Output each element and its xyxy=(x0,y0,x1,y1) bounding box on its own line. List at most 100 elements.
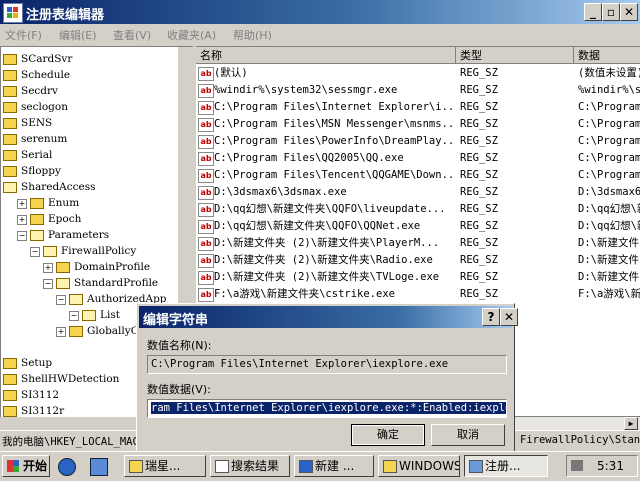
list-item[interactable]: ab F:\a游戏\新建文件夹\cstrike.exe REG_SZ F:\a游戏\新 xyxy=(196,286,640,303)
tree-item[interactable]: Serial xyxy=(3,147,52,163)
tree-item[interactable]: FirewallPolicy xyxy=(43,243,136,259)
list-item-data: D:\新建文件 xyxy=(578,271,639,283)
list-item[interactable]: ab C:\Program Files\QQ2005\QQ.exe REG_SZ C:… xyxy=(196,150,640,167)
folder-icon xyxy=(3,149,17,161)
close-button[interactable]: ✕ xyxy=(620,3,638,21)
string-value-icon: ab xyxy=(198,152,214,166)
column-name[interactable]: 名称 xyxy=(196,47,456,64)
menu-view[interactable]: 查看(V) xyxy=(113,27,151,43)
folder-icon xyxy=(3,389,17,401)
status-path-right: FirewallPolicy\Stand xyxy=(520,434,640,446)
task-search-results[interactable]: 搜索结果 xyxy=(210,455,290,477)
value-data-input[interactable]: ram Files\Internet Explorer\iexplore.exe… xyxy=(147,399,507,418)
cancel-button[interactable]: 取消 xyxy=(431,424,505,446)
collapse-icon[interactable]: − xyxy=(69,311,79,321)
tree-item[interactable]: SENS xyxy=(3,115,52,131)
list-item[interactable]: ab (默认) REG_SZ (数值未设置) xyxy=(196,65,640,82)
clock[interactable]: 5:31 xyxy=(597,459,624,473)
menu-file[interactable]: 文件(F) xyxy=(5,27,42,43)
value-name-label: 数值名称(N): xyxy=(147,339,212,352)
keyboard-icon[interactable] xyxy=(571,460,583,471)
tree-item[interactable]: Schedule xyxy=(3,67,70,83)
ok-button[interactable]: 确定 xyxy=(351,424,425,446)
folder-icon xyxy=(3,101,17,113)
tree-item[interactable]: ShellHWDetection xyxy=(3,371,119,387)
expand-icon[interactable]: + xyxy=(56,327,66,337)
list-item-type: REG_SZ xyxy=(460,84,498,96)
tree-item[interactable]: Sfloppy xyxy=(3,163,61,179)
list-item-type: REG_SZ xyxy=(460,152,498,164)
list-item[interactable]: ab %windir%\system32\sessmgr.exe REG_SZ %wi… xyxy=(196,82,640,99)
string-value-icon: ab xyxy=(198,254,214,268)
start-button[interactable]: 开始 xyxy=(2,455,50,477)
column-type[interactable]: 类型 xyxy=(456,47,574,64)
tree-item[interactable]: SCardSvr xyxy=(3,51,72,67)
tree-item[interactable]: Secdrv xyxy=(3,83,58,99)
collapse-icon[interactable]: − xyxy=(17,231,27,241)
list-item-data: D:\qq幻想\新 xyxy=(578,220,640,232)
expand-icon[interactable]: + xyxy=(43,263,53,273)
folder-icon xyxy=(3,53,17,65)
menu-help[interactable]: 帮助(H) xyxy=(233,27,272,43)
tree-item[interactable]: StandardProfile xyxy=(56,275,158,291)
task-new-doc[interactable]: 新建 ... xyxy=(294,455,374,477)
tree-item[interactable]: SharedAccess xyxy=(3,179,96,195)
list-item[interactable]: ab C:\Program Files\PowerInfo\DreamPlay..… xyxy=(196,133,640,150)
column-data[interactable]: 数据 xyxy=(574,47,640,64)
folder-icon xyxy=(383,460,397,473)
list-item[interactable]: ab D:\qq幻想\新建文件夹\QQFO\QQNet.exe REG_SZ D:\q… xyxy=(196,218,640,235)
tree-item-label: ShellHWDetection xyxy=(21,373,120,385)
menu-edit[interactable]: 编辑(E) xyxy=(59,27,97,43)
list-item-name: F:\a游戏\新建文件夹\cstrike.exe xyxy=(214,288,395,300)
tree-item[interactable]: seclogon xyxy=(3,99,68,115)
string-value-icon: ab xyxy=(198,186,214,200)
dialog-close-button[interactable]: ✕ xyxy=(500,308,518,326)
list-item-name: C:\Program Files\Tencent\QQGAME\Down... xyxy=(214,169,456,181)
folder-icon xyxy=(30,197,44,209)
list-item[interactable]: ab D:\qq幻想\新建文件夹\QQFO\liveupdate... REG_SZ… xyxy=(196,201,640,218)
folder-icon xyxy=(30,213,44,225)
collapse-icon[interactable]: − xyxy=(43,279,53,289)
list-item[interactable]: ab C:\Program Files\MSN Messenger\msnms..… xyxy=(196,116,640,133)
menu-favorites[interactable]: 收藏夹(A) xyxy=(167,27,216,43)
collapse-icon[interactable]: − xyxy=(30,247,40,257)
list-item[interactable]: ab C:\Program Files\Internet Explorer\i..… xyxy=(196,99,640,116)
minimize-button[interactable]: _ xyxy=(584,3,602,21)
tree-item[interactable]: Parameters xyxy=(30,227,109,243)
folder-icon xyxy=(3,405,17,417)
task-windows[interactable]: WINDOWS xyxy=(378,455,460,477)
tree-item[interactable]: SI3112 xyxy=(3,387,59,403)
list-item-type: REG_SZ xyxy=(460,237,498,249)
tree-item[interactable]: List xyxy=(82,307,120,323)
list-item-name: %windir%\system32\sessmgr.exe xyxy=(214,84,398,96)
dialog-title-bar[interactable]: 编辑字符串 ? ✕ xyxy=(139,306,518,328)
list-item[interactable]: ab C:\Program Files\Tencent\QQGAME\Down..… xyxy=(196,167,640,184)
list-item-name: C:\Program Files\Internet Explorer\i... xyxy=(214,101,456,113)
task-rising[interactable]: 瑞星... xyxy=(124,455,206,477)
help-button[interactable]: ? xyxy=(482,308,500,326)
tree-item[interactable]: DomainProfile xyxy=(56,259,150,275)
folder-icon xyxy=(69,325,83,337)
title-bar[interactable]: 注册表编辑器 _ ▫ ✕ xyxy=(0,0,640,24)
scroll-right-button[interactable]: ▶ xyxy=(624,417,638,430)
list-item[interactable]: ab D:\新建文件夹 (2)\新建文件夹\Radio.exe REG_SZ D:\新… xyxy=(196,252,640,269)
list-item[interactable]: ab D:\新建文件夹 (2)\新建文件夹\PlayerM... REG_SZ D:\… xyxy=(196,235,640,252)
tree-item[interactable]: serenum xyxy=(3,131,67,147)
list-item-data: D:\新建文件 xyxy=(578,254,639,266)
expand-icon[interactable]: + xyxy=(17,215,27,225)
list-item[interactable]: ab D:\新建文件夹 (2)\新建文件夹\TVLoge.exe REG_SZ D:\… xyxy=(196,269,640,286)
list-item[interactable]: abD:\3dsmax6\3dsmax.exe REG_SZ D:\3dsmax6\… xyxy=(196,184,640,201)
ie-quicklaunch-icon[interactable] xyxy=(58,458,76,476)
collapse-icon[interactable]: − xyxy=(56,295,66,305)
tree-item[interactable]: Enum xyxy=(30,195,79,211)
desktop-quicklaunch-icon[interactable] xyxy=(90,458,108,476)
tree-item[interactable]: SI3112r xyxy=(3,403,64,417)
expand-icon[interactable]: + xyxy=(17,199,27,209)
tree-item-label: SENS xyxy=(21,117,53,129)
task-regedit[interactable]: 注册... xyxy=(464,455,548,477)
list-item-name: D:\新建文件夹 (2)\新建文件夹\PlayerM... xyxy=(214,237,440,249)
maximize-button[interactable]: ▫ xyxy=(602,3,620,21)
tree-item[interactable]: Setup xyxy=(3,355,52,371)
list-item-data: C:\Program F xyxy=(578,169,640,181)
tree-item[interactable]: Epoch xyxy=(30,211,81,227)
